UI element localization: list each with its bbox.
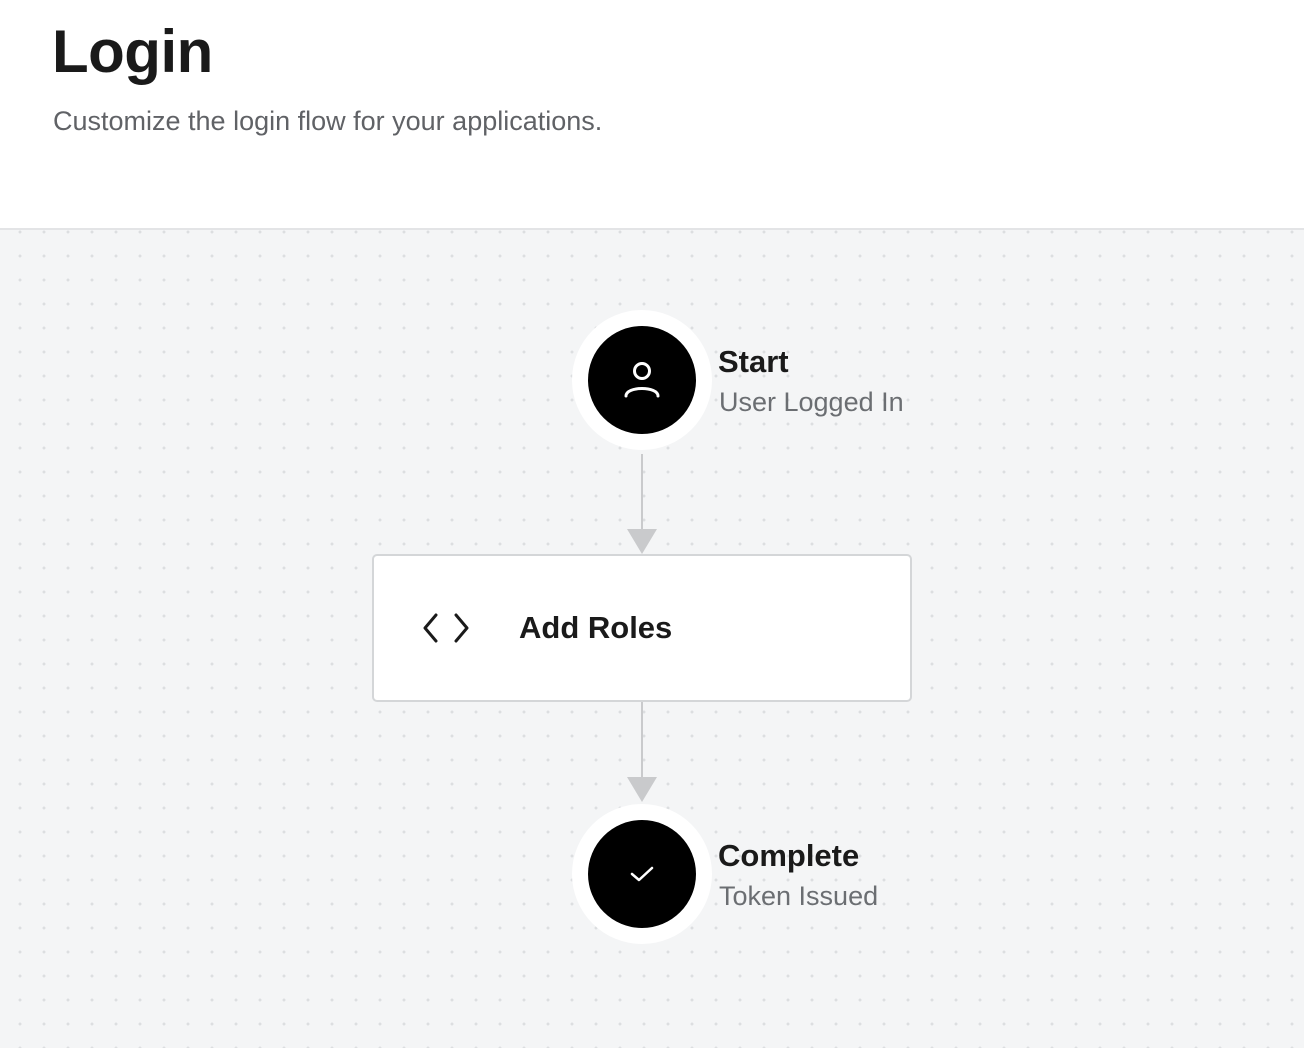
page-subtitle: Customize the login flow for your applic… (53, 106, 603, 136)
action-card-add-roles[interactable]: Add Roles (372, 554, 912, 702)
user-icon (624, 362, 660, 398)
check-icon (630, 866, 654, 882)
connector-start-to-action (641, 454, 643, 532)
code-icon (423, 613, 469, 643)
complete-node (572, 804, 712, 944)
complete-node-subtitle: Token Issued (719, 881, 879, 911)
page-header: Login Customize the login flow for your … (0, 0, 1304, 230)
action-card-label: Add Roles (519, 610, 673, 645)
page-title: Login (52, 18, 213, 85)
complete-node-title: Complete (718, 838, 860, 873)
start-node (572, 310, 712, 450)
start-node-title: Start (718, 344, 789, 379)
arrow-down-icon (627, 529, 657, 554)
connector-action-to-complete (641, 702, 643, 780)
start-node-subtitle: User Logged In (719, 387, 904, 417)
arrow-down-icon (627, 777, 657, 802)
flow-canvas: Start User Logged In Add Roles Complete … (0, 230, 1304, 1048)
start-node-button[interactable] (588, 326, 696, 434)
complete-node-button[interactable] (588, 820, 696, 928)
